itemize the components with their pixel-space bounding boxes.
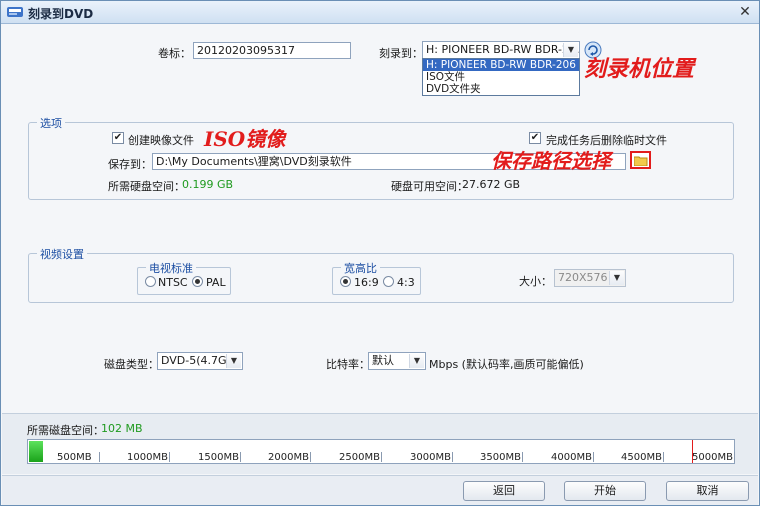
radio-16-9-label: 16:9	[354, 276, 379, 289]
scale-tick	[593, 452, 594, 462]
radio-16-9[interactable]	[340, 276, 351, 287]
tv-standard-title: 电视标准	[146, 260, 196, 276]
scale-tick-label: 4000MB	[551, 452, 592, 463]
chevron-down-icon[interactable]: ▼	[563, 43, 578, 57]
capacity-marker	[692, 440, 693, 463]
radio-4-3[interactable]	[383, 276, 394, 287]
disk-space-fill	[29, 441, 43, 462]
delete-temp-checkbox[interactable]: ✔	[529, 132, 541, 144]
scale-tick	[381, 452, 382, 462]
scale-tick	[240, 452, 241, 462]
scale-tick	[734, 452, 735, 462]
create-image-checkbox[interactable]: ✔	[112, 132, 124, 144]
close-icon[interactable]: ✕	[737, 4, 753, 20]
scale-tick	[99, 452, 100, 462]
start-button[interactable]: 开始	[564, 481, 646, 501]
video-settings-title: 视频设置	[37, 246, 87, 262]
scale-tick-label: 1000MB	[127, 452, 168, 463]
volume-input[interactable]: 20120203095317	[193, 42, 351, 59]
bitrate-value: 默认	[372, 354, 394, 367]
browse-folder-button[interactable]	[630, 151, 651, 169]
scale-tick-label: 3000MB	[410, 452, 451, 463]
burner-dropdown-list: H: PIONEER BD-RW BDR-206 ISO文件 DVD文件夹	[422, 58, 580, 96]
scale-tick	[310, 452, 311, 462]
radio-pal[interactable]	[192, 276, 203, 287]
scale-tick	[169, 452, 170, 462]
window-title: 刻录到DVD	[28, 7, 94, 21]
disc-type-select[interactable]: DVD-5(4.7GB) ▼	[157, 352, 243, 370]
required-space-label: 所需硬盘空间：	[108, 180, 185, 193]
scale-tick-label: 3500MB	[480, 452, 521, 463]
title-bar: 刻录到DVD ✕	[1, 1, 759, 24]
scale-tick-label: 1500MB	[198, 452, 239, 463]
required-space-value: 0.199 GB	[182, 178, 234, 191]
scale-tick-label: 2000MB	[268, 452, 309, 463]
chevron-down-icon[interactable]: ▼	[409, 354, 424, 368]
radio-pal-label: PAL	[206, 276, 226, 289]
scale-tick-label: 5000MB	[692, 452, 733, 463]
burner-option-iso[interactable]: ISO文件	[423, 71, 579, 83]
folder-icon	[634, 156, 648, 166]
radio-ntsc[interactable]	[145, 276, 156, 287]
available-space-value: 27.672 GB	[462, 178, 521, 191]
bitrate-unit: Mbps (默认码率,画质可能偏低)	[429, 358, 584, 371]
burner-option-bd[interactable]: H: PIONEER BD-RW BDR-206	[423, 59, 579, 71]
size-select-value: 720X576	[558, 271, 608, 284]
cancel-button[interactable]: 取消	[666, 481, 749, 501]
burner-select[interactable]: H: PIONEER BD-RW BDR-2... ▼	[422, 41, 580, 59]
dvd-app-icon	[7, 7, 23, 17]
scale-tick-label: 2500MB	[339, 452, 380, 463]
volume-label: 卷标：	[158, 47, 191, 60]
scale-tick-label: 4500MB	[621, 452, 662, 463]
annotation-save-path-choose: 保存路径选择	[491, 149, 611, 173]
aspect-ratio-title: 宽高比	[341, 260, 380, 276]
size-select[interactable]: 720X576 ▼	[554, 269, 626, 287]
scale-tick	[522, 452, 523, 462]
size-label: 大小：	[519, 275, 552, 288]
disk-space-scale: 500MB 1000MB 1500MB 2000MB 2500MB 3000MB 3500M…	[27, 439, 735, 464]
options-group-title: 选项	[37, 115, 65, 131]
scale-tick	[452, 452, 453, 462]
disc-type-label: 磁盘类型：	[104, 358, 159, 371]
burn-to-dvd-window: 刻录到DVD ✕ 卷标： 20120203095317 刻录到： H: PION…	[0, 0, 760, 506]
annotation-burner-position: 刻录机位置	[584, 56, 695, 82]
radio-4-3-label: 4:3	[397, 276, 415, 289]
bitrate-select[interactable]: 默认 ▼	[368, 352, 426, 370]
annotation-iso-image: ISO镜像	[204, 127, 286, 151]
burner-select-value: H: PIONEER BD-RW BDR-2...	[426, 43, 580, 56]
create-image-label: 创建映像文件	[128, 134, 194, 147]
burn-to-label: 刻录到：	[379, 47, 423, 60]
radio-ntsc-label: NTSC	[158, 276, 188, 289]
disk-space-label: 所需磁盘空间：	[27, 424, 104, 437]
bitrate-label: 比特率：	[326, 358, 370, 371]
scale-tick-label: 500MB	[57, 452, 92, 463]
burner-option-dvd-folder[interactable]: DVD文件夹	[423, 83, 579, 95]
back-button[interactable]: 返回	[463, 481, 545, 501]
chevron-down-icon[interactable]: ▼	[609, 271, 624, 285]
available-space-label: 硬盘可用空间：	[391, 180, 468, 193]
scale-tick	[663, 452, 664, 462]
disk-space-value: 102 MB	[101, 422, 143, 435]
chevron-down-icon[interactable]: ▼	[226, 354, 241, 368]
save-to-label: 保存到：	[108, 158, 152, 171]
